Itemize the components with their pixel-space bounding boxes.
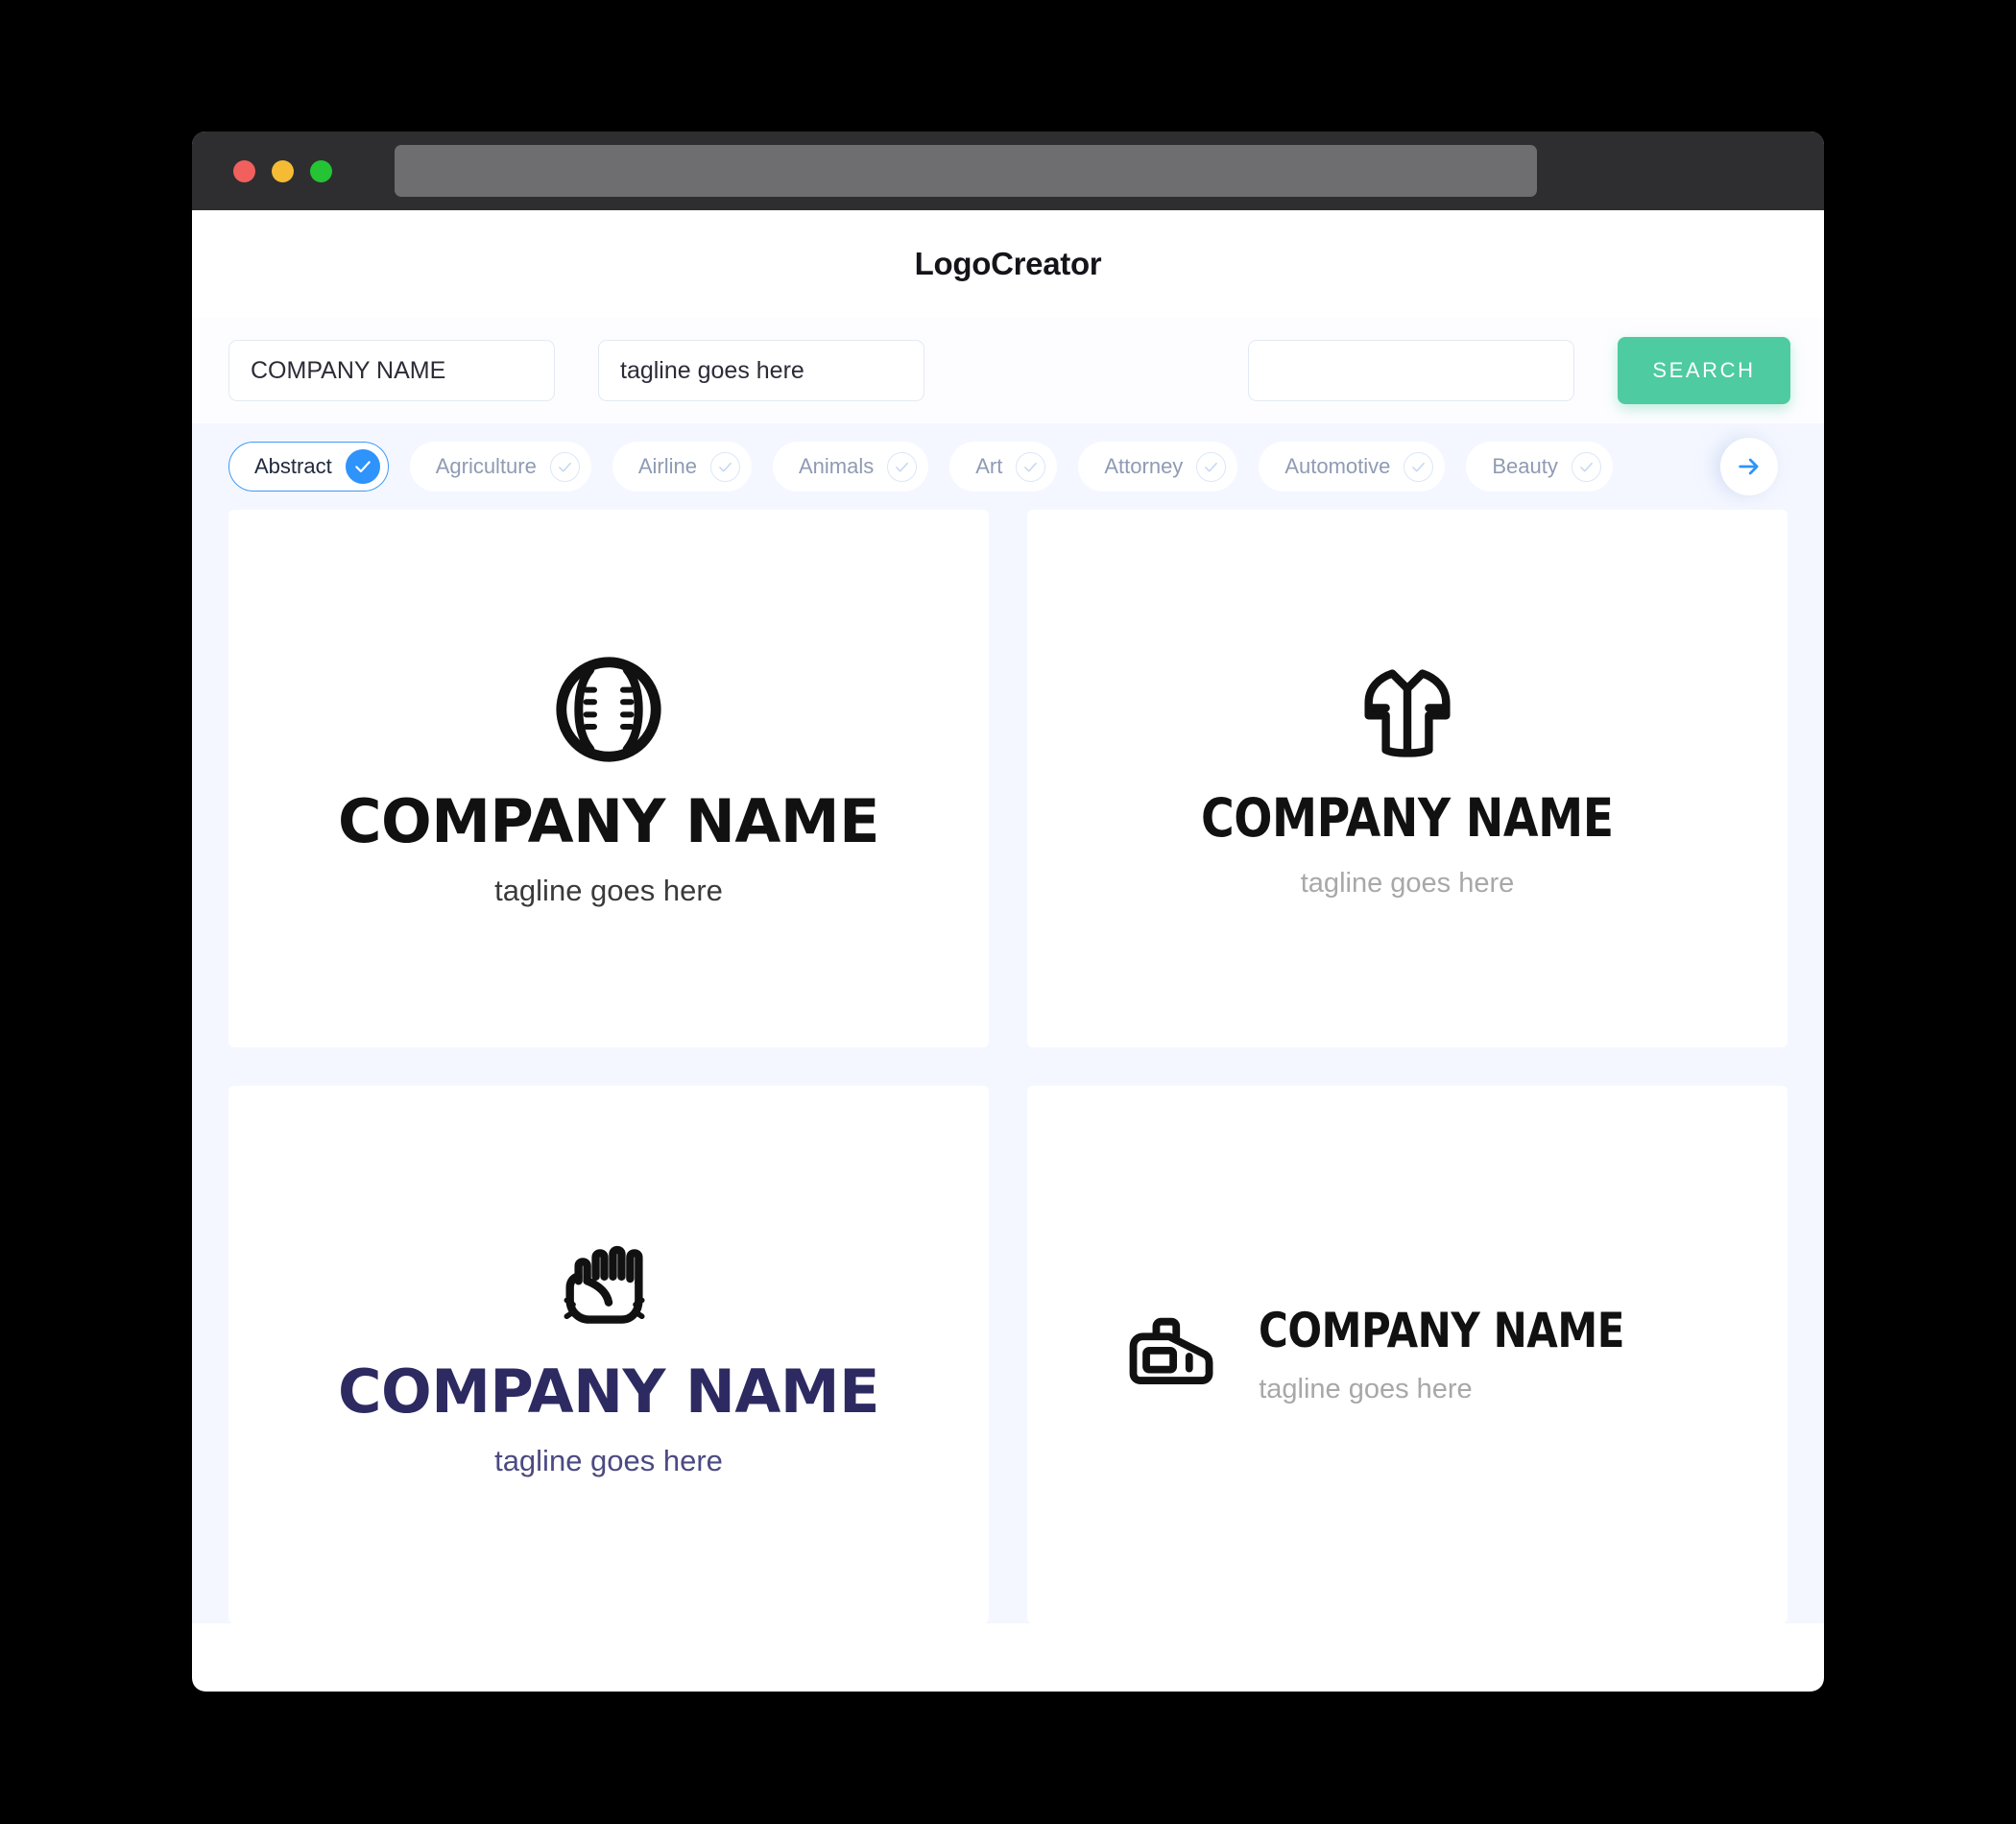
app-header: LogoCreator (192, 210, 1824, 318)
logo-company-name: COMPANY NAME (1201, 787, 1614, 849)
tagline-input[interactable] (598, 340, 924, 401)
logo-company-name: COMPANY NAME (1259, 1302, 1625, 1358)
category-chip-abstract[interactable]: Abstract (228, 442, 389, 492)
category-chip-label: Airline (637, 454, 697, 478)
check-icon (710, 451, 740, 482)
categories-next-button[interactable] (1720, 438, 1778, 495)
minimize-window-button[interactable] (272, 159, 294, 182)
logo-company-name: COMPANY NAME (338, 786, 879, 856)
category-chip-label: Animals (799, 454, 875, 478)
category-chip-label: Automotive (1284, 454, 1391, 478)
category-chip-label: Attorney (1104, 454, 1184, 478)
category-chip-attorney[interactable]: Attorney (1078, 442, 1238, 492)
check-icon (1196, 451, 1227, 482)
logo-company-name: COMPANY NAME (338, 1356, 879, 1427)
logo-tagline: tagline goes here (1300, 868, 1515, 899)
logo-tagline: tagline goes here (494, 1444, 723, 1477)
check-icon (1404, 451, 1434, 482)
logo-tagline: tagline goes here (1259, 1373, 1473, 1404)
category-chip-automotive[interactable]: Automotive (1259, 442, 1446, 492)
logo-result-card[interactable]: COMPANY NAME tagline goes here (1027, 1086, 1788, 1623)
logo-results-grid: COMPANY NAME tagline goes here COMPANY N… (192, 510, 1824, 1623)
maximize-window-button[interactable] (310, 159, 332, 182)
baseball-icon (556, 657, 661, 762)
category-chip-label: Agriculture (435, 454, 537, 478)
check-icon (549, 451, 580, 482)
search-bar: SEARCH (192, 318, 1824, 423)
search-button[interactable]: SEARCH (1618, 337, 1790, 404)
arrow-right-icon (1739, 458, 1759, 475)
category-chip-label: Abstract (254, 454, 332, 478)
category-chip-airline[interactable]: Airline (612, 442, 752, 492)
category-chip-art[interactable]: Art (949, 442, 1058, 492)
logo-result-card[interactable]: COMPANY NAME tagline goes here (228, 1086, 989, 1623)
check-icon (887, 451, 918, 482)
category-chip-label: Beauty (1492, 454, 1558, 478)
category-chip-beauty[interactable]: Beauty (1466, 442, 1613, 492)
logo-tagline: tagline goes here (494, 874, 723, 907)
keyword-input[interactable] (1248, 340, 1574, 401)
url-bar[interactable] (395, 145, 1537, 197)
baseball-glove-icon (564, 1245, 645, 1324)
check-icon (1016, 451, 1046, 482)
logo-result-card[interactable]: COMPANY NAME tagline goes here (1027, 510, 1788, 1047)
check-icon (1571, 451, 1601, 482)
category-filter-row: Abstract Agriculture Airline Animals Art (192, 423, 1824, 510)
baseball-jersey-icon (1364, 669, 1451, 757)
traffic-lights (233, 159, 332, 182)
close-window-button[interactable] (233, 159, 255, 182)
check-icon (345, 449, 380, 484)
app-title: LogoCreator (914, 246, 1102, 281)
logo-result-card[interactable]: COMPANY NAME tagline goes here (228, 510, 989, 1047)
company-name-input[interactable] (228, 340, 555, 401)
category-chip-label: Art (975, 454, 1003, 478)
sports-bag-icon (1129, 1317, 1213, 1384)
category-chip-agriculture[interactable]: Agriculture (409, 442, 591, 492)
category-chip-animals[interactable]: Animals (773, 442, 929, 492)
browser-titlebar (192, 132, 1824, 210)
browser-window: LogoCreator SEARCH Abstract Agriculture … (192, 132, 1824, 1692)
